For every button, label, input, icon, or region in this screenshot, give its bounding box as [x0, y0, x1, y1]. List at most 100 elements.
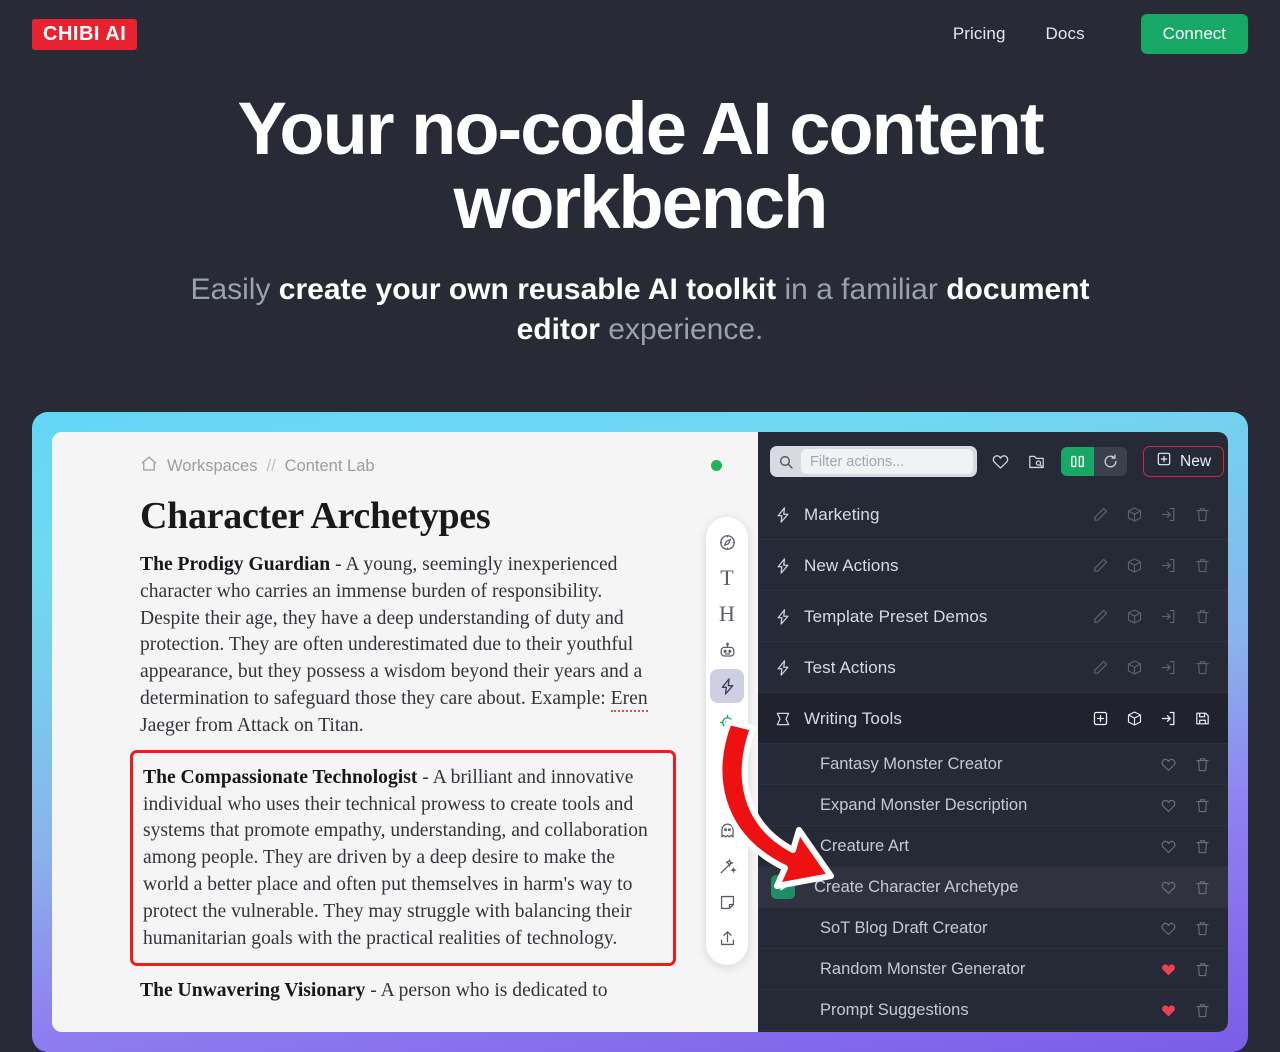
panel-view-toggle[interactable] — [1061, 447, 1094, 476]
delete-icon[interactable] — [1192, 556, 1212, 576]
nav-link-docs[interactable]: Docs — [1046, 24, 1085, 44]
target-crosshair-icon[interactable] — [710, 705, 744, 739]
delete-icon[interactable] — [1192, 754, 1212, 774]
action-group-label: New Actions — [804, 555, 899, 575]
edit-icon[interactable] — [1090, 505, 1110, 525]
package-icon[interactable] — [1124, 658, 1144, 678]
hero-sub-part-3: experience. — [599, 312, 764, 346]
edit-icon[interactable] — [1090, 607, 1110, 627]
new-action-button[interactable]: New — [1143, 446, 1225, 477]
favorite-icon[interactable] — [1158, 836, 1178, 856]
action-item-row[interactable]: Expand Monster Description — [758, 785, 1228, 826]
bookmark-icon — [768, 710, 798, 728]
row-action-buttons — [1158, 918, 1212, 938]
action-group-row-writing-tools[interactable]: Writing Tools — [758, 693, 1228, 744]
action-item-row[interactable]: Prompt Suggestions — [758, 990, 1228, 1031]
import-icon[interactable] — [1158, 556, 1178, 576]
package-icon[interactable] — [1124, 556, 1144, 576]
package-icon[interactable] — [1124, 607, 1144, 627]
delete-icon[interactable] — [1192, 877, 1212, 897]
run-action-play-icon[interactable] — [771, 875, 795, 899]
nav-link-pricing[interactable]: Pricing — [953, 24, 1006, 44]
import-icon[interactable] — [1158, 709, 1178, 729]
document-body[interactable]: The Prodigy Guardian - A young, seemingl… — [130, 552, 676, 1005]
breadcrumb-current[interactable]: Content Lab — [285, 457, 375, 476]
action-group-row[interactable]: Marketing — [758, 489, 1228, 540]
compass-icon[interactable] — [710, 525, 744, 559]
action-group-row[interactable]: Test Actions — [758, 642, 1228, 693]
action-item-row-selected[interactable]: Create Character Archetype — [758, 867, 1228, 908]
edit-icon[interactable] — [1090, 556, 1110, 576]
editor-toolbar: T H — [706, 517, 748, 965]
connect-button[interactable]: Connect — [1140, 14, 1248, 54]
breadcrumb-separator: // — [266, 456, 276, 475]
upload-icon[interactable] — [710, 921, 744, 955]
action-group-row[interactable]: New Actions — [758, 540, 1228, 591]
import-icon[interactable] — [1158, 505, 1178, 525]
delete-icon[interactable] — [1192, 505, 1212, 525]
action-group-row[interactable]: Template Preset Demos — [758, 591, 1228, 642]
hero-section: Your no-code AI content workbench Easily… — [0, 92, 1280, 349]
breadcrumb-workspace[interactable]: Workspaces — [167, 457, 257, 476]
action-item-label: Fantasy Monster Creator — [820, 754, 1003, 773]
document-paragraph: The Unwavering Visionary - A person who … — [140, 978, 660, 1005]
braces-variable-icon[interactable] — [710, 777, 744, 811]
action-item-row[interactable]: Fantasy Monster Creator — [758, 744, 1228, 785]
hero-subtitle: Easily create your own reusable AI toolk… — [175, 270, 1105, 349]
lightning-actions-icon[interactable] — [710, 669, 744, 703]
delete-icon[interactable] — [1192, 607, 1212, 627]
document-title[interactable]: Character Archetypes — [140, 494, 728, 538]
add-icon[interactable] — [1090, 709, 1110, 729]
package-icon[interactable] — [1124, 505, 1144, 525]
favorite-icon[interactable] — [1158, 754, 1178, 774]
action-group-label: Test Actions — [804, 657, 896, 677]
edit-icon[interactable] — [1090, 658, 1110, 678]
delete-icon[interactable] — [1192, 1000, 1212, 1020]
package-icon[interactable] — [1124, 709, 1144, 729]
favorite-icon[interactable] — [1158, 918, 1178, 938]
reset-view-toggle[interactable] — [1094, 447, 1127, 476]
home-icon[interactable] — [140, 455, 158, 478]
browse-library-icon[interactable] — [1023, 449, 1049, 475]
action-item-row[interactable]: SoT Blog Draft Creator — [758, 908, 1228, 949]
action-lead-slot — [768, 875, 798, 899]
paragraph-text: - A young, seemingly inexperienced chara… — [140, 554, 643, 710]
robot-icon[interactable] — [710, 633, 744, 667]
delete-icon[interactable] — [1192, 959, 1212, 979]
favorite-icon-active[interactable] — [1158, 1000, 1178, 1020]
favorite-icon[interactable] — [1158, 877, 1178, 897]
lightning-icon — [768, 608, 798, 626]
delete-icon[interactable] — [1192, 918, 1212, 938]
search-input[interactable] — [801, 449, 973, 474]
ghost-icon[interactable] — [710, 813, 744, 847]
heading-tool-icon[interactable]: H — [710, 597, 744, 631]
new-action-label: New — [1180, 452, 1212, 470]
nav-links: Pricing Docs Connect — [953, 14, 1248, 54]
text-tool-icon[interactable]: T — [710, 561, 744, 595]
brand-logo[interactable]: CHIBI AI — [32, 18, 138, 50]
sticky-note-icon[interactable] — [710, 885, 744, 919]
magic-wand-icon[interactable] — [710, 849, 744, 883]
favorite-icon-active[interactable] — [1158, 959, 1178, 979]
save-icon[interactable] — [1192, 709, 1212, 729]
paragraph-lead: The Prodigy Guardian — [140, 554, 331, 575]
delete-icon[interactable] — [1192, 836, 1212, 856]
actions-panel: New Marketing — [758, 432, 1228, 1032]
action-item-row[interactable]: Random Monster Generator — [758, 949, 1228, 990]
import-icon[interactable] — [1158, 658, 1178, 678]
import-icon[interactable] — [1158, 607, 1178, 627]
search-container — [770, 446, 977, 477]
paragraph-tail: Jaeger from Attack on Titan. — [140, 714, 364, 736]
delete-icon[interactable] — [1192, 658, 1212, 678]
paperclip-icon[interactable] — [710, 741, 744, 775]
action-item-row[interactable]: Creature Art — [758, 826, 1228, 867]
status-indicator-dot — [711, 460, 722, 471]
paragraph-text: - A person who is dedicated to — [365, 979, 608, 1001]
plus-square-icon — [1156, 451, 1172, 472]
delete-icon[interactable] — [1192, 795, 1212, 815]
actions-list[interactable]: Marketing New Actions Template Preset De… — [758, 489, 1228, 1032]
favorite-icon[interactable] — [1158, 795, 1178, 815]
lightning-icon — [768, 557, 798, 575]
favorites-filter-icon[interactable] — [987, 449, 1013, 475]
row-action-buttons — [1090, 556, 1212, 576]
